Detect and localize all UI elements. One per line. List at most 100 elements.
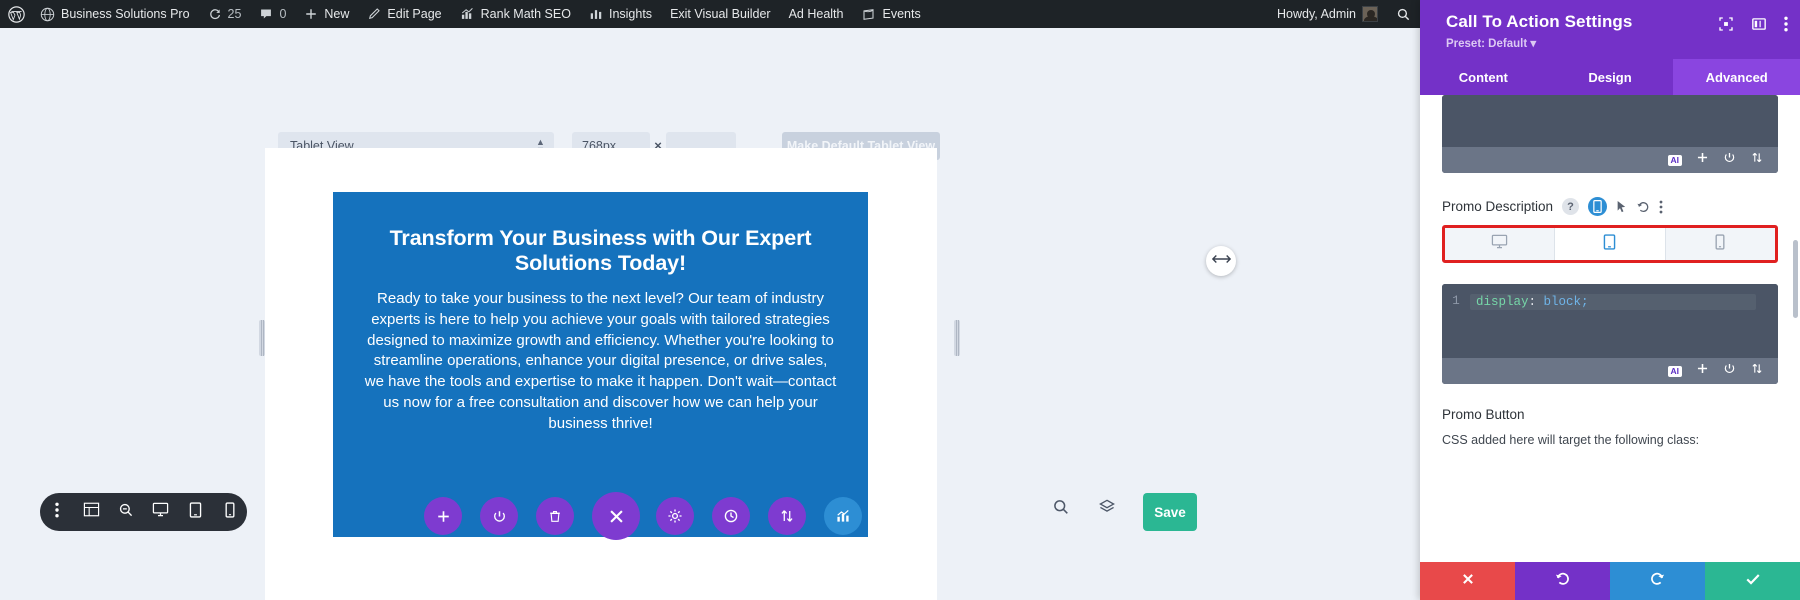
tab-content[interactable]: Content <box>1420 59 1547 95</box>
adminbar-item-edit-page[interactable]: Edit Page <box>358 0 450 28</box>
adminbar-item-insights[interactable]: Insights <box>580 0 661 28</box>
search-button[interactable] <box>1046 494 1076 524</box>
save-button[interactable]: Save <box>1143 493 1197 531</box>
resize-handle-right[interactable] <box>954 320 960 356</box>
phone-view-button[interactable] <box>215 497 245 527</box>
promo-description-css-editor[interactable]: 1 display: block; AI <box>1442 284 1778 384</box>
focus-icon[interactable] <box>1718 16 1734 32</box>
avatar <box>1362 6 1378 22</box>
adminbar-item-exit-visual-builder[interactable]: Exit Visual Builder <box>661 0 780 28</box>
power-icon[interactable] <box>1723 151 1736 169</box>
wordpress-icon <box>8 5 25 23</box>
close-icon <box>1460 571 1476 592</box>
adminbar-edit-page-label: Edit Page <box>387 7 442 21</box>
redo-button[interactable] <box>1610 562 1705 600</box>
comments-icon <box>259 7 273 21</box>
toggle-module-button[interactable] <box>480 497 518 535</box>
power-icon[interactable] <box>1723 362 1736 380</box>
device-tab-desktop[interactable] <box>1445 228 1556 260</box>
wireframe-view-button[interactable] <box>77 497 107 527</box>
chevron-down-icon: ▾ <box>1530 38 1537 50</box>
adminbar-item-comments[interactable]: 0 <box>250 0 295 28</box>
history-button[interactable] <box>712 497 750 535</box>
panel-tabs: Content Design Advanced <box>1420 59 1800 95</box>
cursor-icon[interactable] <box>1616 200 1627 214</box>
wordpress-logo-button[interactable] <box>0 0 31 28</box>
resize-handle-left[interactable] <box>259 320 265 356</box>
more-options-button[interactable] <box>42 497 72 527</box>
updown-arrows-icon[interactable] <box>1750 151 1764 169</box>
module-settings-button[interactable] <box>656 497 694 535</box>
question-icon[interactable]: ? <box>1562 198 1580 215</box>
panel-preset-dropdown[interactable]: Preset: Default ▾ <box>1446 36 1784 50</box>
clock-icon <box>723 508 739 524</box>
close-module-button[interactable] <box>592 492 640 540</box>
css-editor-code[interactable]: display: block; <box>1470 294 1756 310</box>
plus-icon[interactable] <box>1696 151 1709 169</box>
move-module-button[interactable] <box>768 497 806 535</box>
search-icon <box>1396 7 1411 22</box>
adminbar-ad-health-label: Ad Health <box>788 7 844 21</box>
ai-badge[interactable]: AI <box>1667 154 1682 166</box>
previous-css-editor[interactable]: AI <box>1442 95 1778 173</box>
adminbar-rank-math-label: Rank Math SEO <box>480 7 571 21</box>
adminbar-account[interactable]: Howdy, Admin <box>1268 0 1387 28</box>
adminbar-events-label: Events <box>882 7 921 21</box>
zoom-out-button[interactable] <box>111 497 141 527</box>
adminbar-item-new[interactable]: New <box>295 0 358 28</box>
adminbar-exit-vb-label: Exit Visual Builder <box>670 7 771 21</box>
events-icon <box>861 7 876 22</box>
tab-design[interactable]: Design <box>1547 59 1674 95</box>
undo-icon <box>1554 570 1571 592</box>
adminbar-item-ad-health[interactable]: Ad Health <box>780 0 853 28</box>
adminbar-item-site[interactable]: Business Solutions Pro <box>31 0 199 28</box>
vertical-dots-icon[interactable] <box>1784 16 1788 32</box>
adminbar-new-label: New <box>324 7 350 21</box>
stats-button[interactable] <box>824 497 862 535</box>
desktop-icon <box>152 502 169 522</box>
css-editor-toolbar: AI <box>1442 358 1778 384</box>
adminbar-item-updates[interactable]: 25 <box>199 0 251 28</box>
tablet-icon <box>1603 233 1616 255</box>
device-tab-tablet[interactable] <box>1555 228 1666 260</box>
tab-advanced[interactable]: Advanced <box>1673 59 1800 95</box>
promo-description-label: Promo Description <box>1442 199 1554 214</box>
save-button[interactable] <box>1705 562 1800 600</box>
pencil-icon <box>367 7 381 21</box>
plus-icon[interactable] <box>1696 362 1709 380</box>
device-icon[interactable] <box>1588 197 1608 216</box>
tablet-view-button[interactable] <box>180 497 210 527</box>
css-editor-area[interactable]: 1 display: block; <box>1442 284 1778 358</box>
desktop-view-button[interactable] <box>146 497 176 527</box>
delete-module-button[interactable] <box>536 497 574 535</box>
updown-arrows-icon[interactable] <box>1750 362 1764 380</box>
visual-builder-canvas: Tablet View ▲▼ × Make Default Tablet Vie… <box>0 28 1420 600</box>
adminbar-insights-label: Insights <box>608 7 653 21</box>
line-number: 1 <box>1452 294 1460 308</box>
device-tab-phone[interactable] <box>1665 228 1775 260</box>
bars-icon <box>589 7 603 21</box>
layout-columns-icon[interactable] <box>1751 16 1767 32</box>
chart-icon <box>835 508 851 524</box>
gear-icon <box>667 508 683 524</box>
panel-action-bar <box>1420 562 1800 600</box>
panel-scrollbar[interactable] <box>1793 240 1798 318</box>
adminbar-item-rank-math[interactable]: Rank Math SEO <box>451 0 580 28</box>
phone-icon <box>1715 233 1725 255</box>
cta-module[interactable]: Transform Your Business with Our Expert … <box>333 192 868 537</box>
cancel-button[interactable] <box>1420 562 1515 600</box>
adminbar-search-button[interactable] <box>1387 0 1420 28</box>
add-module-button[interactable] <box>424 497 462 535</box>
undo-button[interactable] <box>1515 562 1610 600</box>
previous-css-editor-area[interactable] <box>1442 95 1778 147</box>
builder-bottom-toolbar <box>40 493 247 531</box>
desktop-icon <box>1491 234 1508 254</box>
css-colon: : <box>1528 295 1537 309</box>
layers-button[interactable] <box>1092 494 1122 524</box>
panel-resize-handle[interactable] <box>1206 246 1236 276</box>
adminbar-item-events[interactable]: Events <box>852 0 929 28</box>
ai-badge[interactable]: AI <box>1667 365 1682 377</box>
undo-icon[interactable] <box>1636 200 1650 214</box>
vertical-dots-icon[interactable] <box>1659 200 1663 214</box>
redo-icon <box>1649 570 1666 592</box>
